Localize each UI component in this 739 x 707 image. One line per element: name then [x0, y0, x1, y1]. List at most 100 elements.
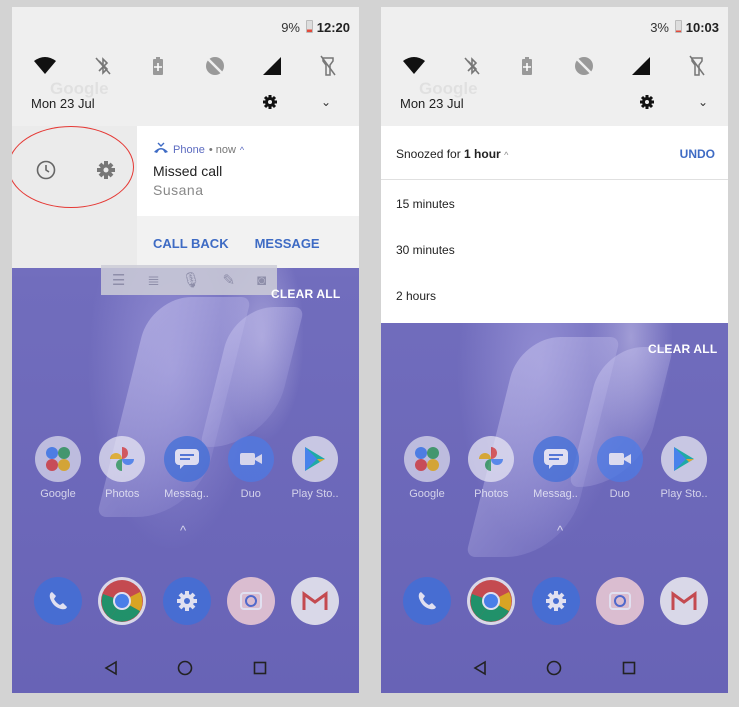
dock-chrome[interactable]: [92, 577, 152, 625]
battery-saver-icon[interactable]: [145, 53, 171, 79]
phone-icon: [403, 577, 451, 625]
settings-icon: [162, 577, 211, 625]
dock-chrome[interactable]: [461, 577, 521, 625]
notification-title: Missed call: [153, 163, 223, 179]
app-play-store[interactable]: Play Sto..: [285, 436, 345, 500]
notification-actions: CALL BACK MESSAGE: [153, 236, 320, 251]
dock-settings[interactable]: [526, 577, 586, 625]
battery-saver-icon[interactable]: [514, 53, 540, 79]
collapse-chevron-icon[interactable]: ^: [240, 145, 244, 155]
wifi-icon[interactable]: [401, 53, 427, 79]
bluetooth-off-icon[interactable]: [459, 53, 485, 79]
settings-gear-icon[interactable]: [639, 94, 655, 110]
app-messages[interactable]: Messag..: [526, 436, 586, 500]
snooze-label[interactable]: Snoozed for 1 hour ^: [396, 147, 508, 161]
snooze-option-30-minutes[interactable]: 30 minutes: [381, 226, 728, 272]
camera-icon: [226, 577, 275, 625]
expand-chevron-icon[interactable]: ⌄: [698, 95, 708, 109]
clear-all-button[interactable]: CLEAR ALL: [648, 342, 717, 356]
caller-name: Susana: [153, 182, 204, 198]
missed-call-notification[interactable]: Phone • now ^ Missed call Susana: [137, 126, 359, 216]
clear-all-button[interactable]: CLEAR ALL: [271, 287, 340, 301]
app-google[interactable]: Google: [28, 436, 88, 500]
snooze-option-15-minutes[interactable]: 15 minutes: [381, 180, 728, 226]
duo-icon: [596, 436, 643, 482]
clock: 12:20: [316, 20, 350, 35]
flashlight-off-icon[interactable]: [684, 53, 710, 79]
app-label: Duo: [609, 488, 630, 500]
app-drawer-arrow-icon[interactable]: ^: [557, 523, 563, 538]
do-not-disturb-off-icon[interactable]: [202, 53, 228, 79]
app-messages[interactable]: Messag..: [157, 436, 217, 500]
keyboard-toolbar-ghost: ☰ ≣ 🎙 ✎ ◙: [101, 265, 277, 295]
gmail-icon: [660, 577, 708, 625]
dock-settings[interactable]: [157, 577, 217, 625]
status-bar: 9% 12:20: [12, 7, 359, 43]
status-bar: 3% 10:03: [381, 7, 728, 43]
quick-settings-tiles: [12, 53, 359, 79]
recents-icon[interactable]: [617, 656, 641, 680]
phone-screen-left: 9% 12:20 Google Mon 23 Jul ⌄ Phone • now…: [12, 7, 359, 693]
dock-gmail[interactable]: [654, 577, 714, 625]
app-label: Google: [409, 488, 445, 500]
dock-camera[interactable]: [221, 577, 281, 625]
highlight-circle: [12, 126, 134, 208]
dock-gmail[interactable]: [285, 577, 345, 625]
wifi-icon[interactable]: [32, 53, 58, 79]
app-duo[interactable]: Duo: [590, 436, 650, 500]
snooze-duration: 1 hour: [464, 147, 501, 161]
navigation-bar: [12, 643, 359, 693]
play-store-icon: [661, 436, 707, 482]
app-google[interactable]: Google: [397, 436, 457, 500]
undo-button[interactable]: UNDO: [680, 147, 715, 161]
play-store-icon: [292, 436, 338, 482]
quick-settings-panel: 3% 10:03 Google Mon 23 Jul ⌄: [381, 7, 728, 126]
date-label: Mon 23 Jul: [400, 96, 464, 111]
call-back-button[interactable]: CALL BACK: [153, 236, 229, 251]
app-play-store[interactable]: Play Sto..: [654, 436, 714, 500]
dock: [381, 577, 728, 625]
bluetooth-off-icon[interactable]: [90, 53, 116, 79]
mobile-signal-icon[interactable]: [628, 53, 654, 79]
dock-camera[interactable]: [590, 577, 650, 625]
dock-phone[interactable]: [397, 577, 457, 625]
photos-icon: [468, 436, 515, 482]
photos-icon: [99, 436, 146, 482]
back-icon[interactable]: [99, 656, 123, 680]
camera-icon: ◙: [256, 271, 267, 289]
notification-time: • now: [208, 143, 236, 156]
settings-gear-icon[interactable]: [262, 94, 278, 110]
app-label: Photos: [474, 488, 509, 500]
mobile-signal-icon[interactable]: [259, 53, 285, 79]
message-button[interactable]: MESSAGE: [255, 236, 320, 251]
home-icon[interactable]: [542, 656, 566, 680]
app-row: Google Photos Messag.. Duo Play Sto..: [381, 436, 728, 500]
app-photos[interactable]: Photos: [92, 436, 152, 500]
app-duo[interactable]: Duo: [221, 436, 281, 500]
do-not-disturb-off-icon[interactable]: [571, 53, 597, 79]
expand-chevron-icon[interactable]: ⌄: [321, 95, 331, 109]
quick-settings-tiles: [381, 53, 728, 79]
dock-phone[interactable]: [28, 577, 88, 625]
quick-settings-panel: 9% 12:20 Google Mon 23 Jul ⌄: [12, 7, 359, 126]
notification-header: Phone • now ^: [153, 142, 359, 157]
app-photos[interactable]: Photos: [461, 436, 521, 500]
dock: [12, 577, 359, 625]
messages-icon: [163, 436, 210, 482]
back-icon[interactable]: [468, 656, 492, 680]
battery-icon: [675, 20, 682, 33]
app-drawer-arrow-icon[interactable]: ^: [180, 523, 186, 538]
flashlight-off-icon[interactable]: [315, 53, 341, 79]
chrome-icon: [98, 577, 147, 625]
home-icon[interactable]: [173, 656, 197, 680]
chrome-icon: [467, 577, 516, 625]
app-label: Duo: [240, 488, 261, 500]
missed-call-icon: [153, 142, 169, 157]
app-label: Messag..: [533, 488, 578, 500]
snooze-option-2-hours[interactable]: 2 hours: [381, 272, 728, 318]
pen-icon: ✎: [222, 272, 236, 289]
snooze-chevron-icon[interactable]: ^: [504, 150, 508, 160]
list-icon: ☰: [111, 272, 126, 289]
app-label: Play Sto..: [660, 488, 708, 500]
recents-icon[interactable]: [248, 656, 272, 680]
